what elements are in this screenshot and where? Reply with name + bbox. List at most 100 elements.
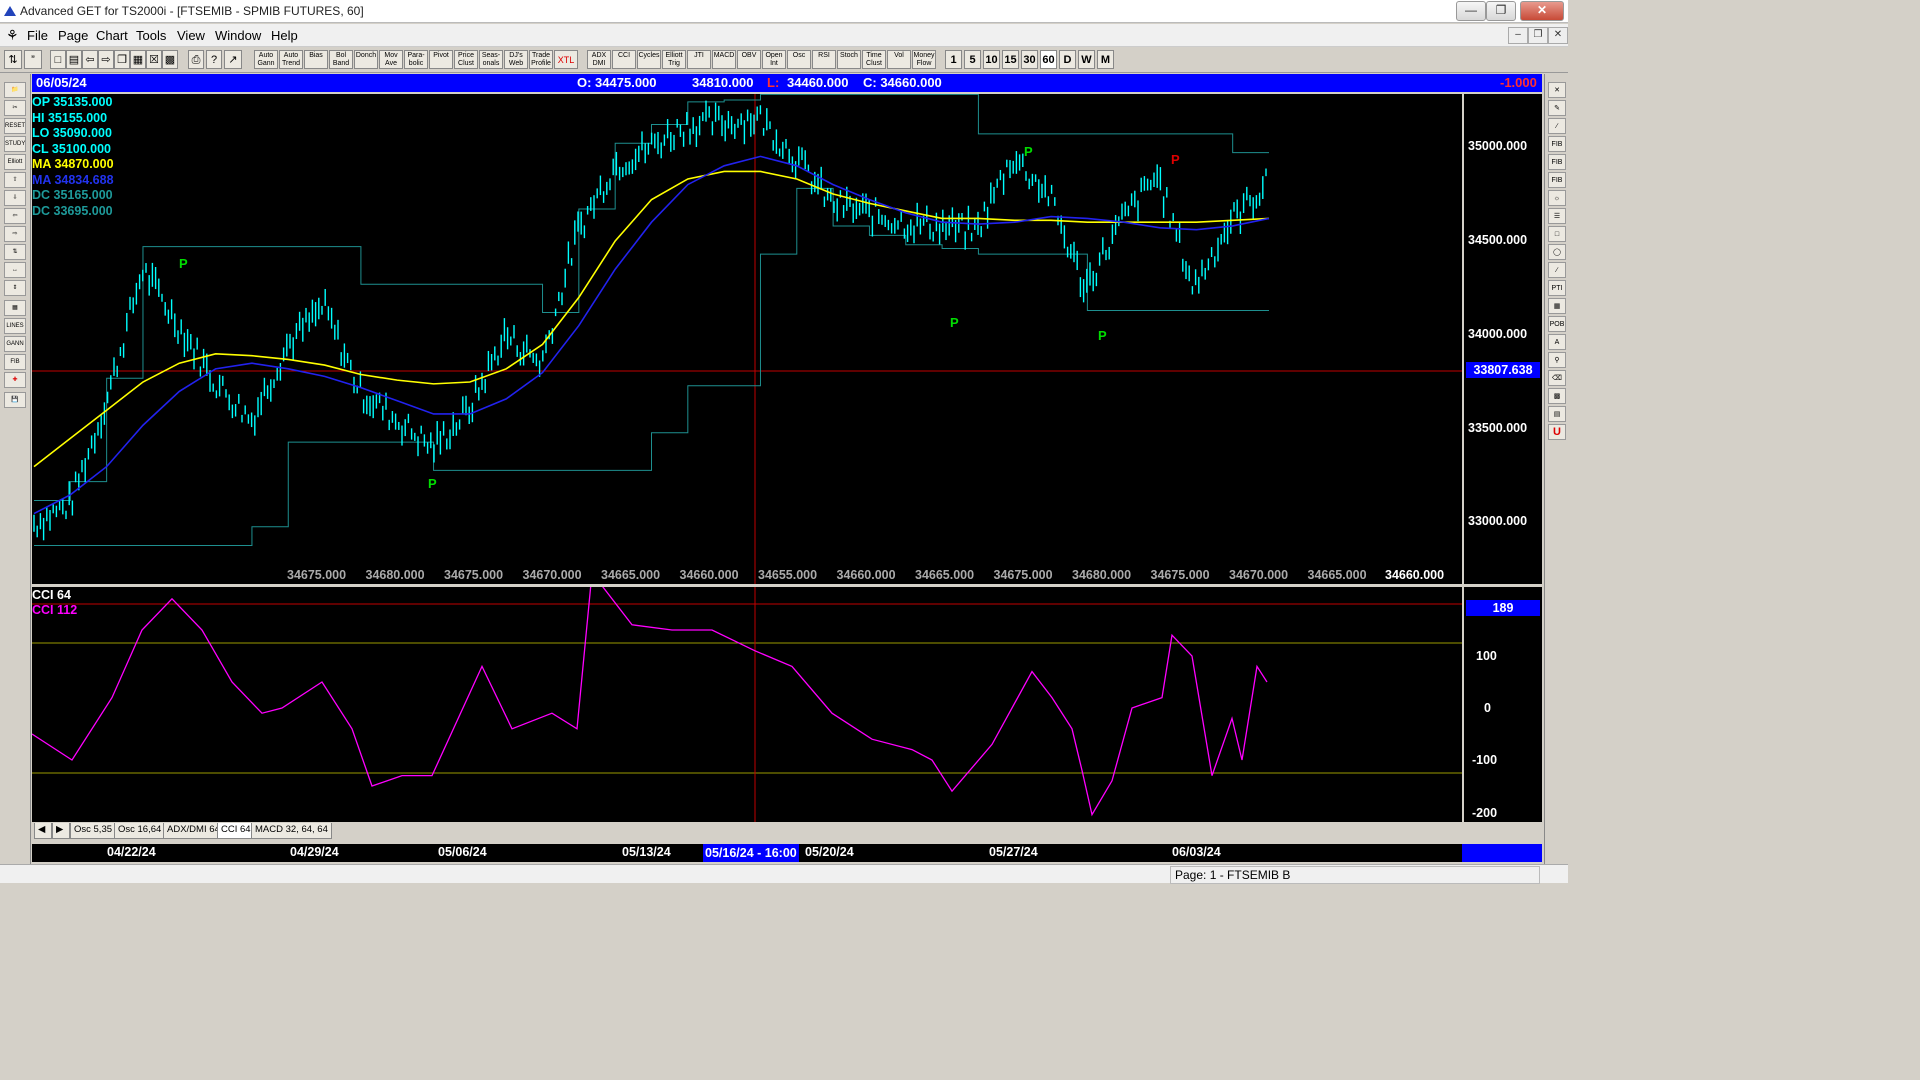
open-icon[interactable]: ▤ [66,50,82,69]
menu-help[interactable]: Help [271,28,298,43]
tab-osc-5-35[interactable]: Osc 5,35 [70,823,117,839]
box-icon[interactable]: □ [1548,226,1566,242]
study-button-macd[interactable]: MACD [712,50,736,69]
fib-ret-icon[interactable]: FIB [1548,136,1566,152]
mdi-restore-icon[interactable]: ❐ [1528,27,1548,44]
pointer-icon[interactable]: ⇅ [4,50,22,69]
back-icon[interactable]: ⇦ [82,50,98,69]
arrow-right-icon[interactable]: ⇨ [4,226,26,242]
study-button-rsi[interactable]: RSI [812,50,836,69]
study-button-elliott-trig[interactable]: Elliott Trig [662,50,686,69]
study-button-dj-s-web[interactable]: DJ's Web [504,50,528,69]
price-scale[interactable]: 35000.000 34500.000 34000.000 33500.000 … [1464,94,1542,584]
period-button-5[interactable]: 5 [964,50,981,69]
study-button-trade-profile[interactable]: Trade Profile [529,50,553,69]
delete-icon[interactable]: ☒ [146,50,162,69]
pencil-icon[interactable]: ✎ [1548,100,1566,116]
menu-file[interactable]: File [27,28,48,43]
period-button-1[interactable]: 1 [945,50,962,69]
period-button-10[interactable]: 10 [983,50,1000,69]
study-icon[interactable]: STUDY [4,136,26,152]
trendline-icon[interactable]: ∕ [1548,118,1566,134]
period-button-30[interactable]: 30 [1021,50,1038,69]
study-button-seas-onals[interactable]: Seas-onals [479,50,503,69]
arrow-up-icon[interactable]: ⇧ [4,172,26,188]
fan-icon[interactable]: ☰ [1548,208,1566,224]
doc-icon[interactable]: ⚘ [6,27,19,44]
reset-icon[interactable]: RESET [4,118,26,134]
period-button-15[interactable]: 15 [1002,50,1019,69]
period-button-w[interactable]: W [1078,50,1095,69]
quote-icon[interactable]: ” [24,50,42,69]
gann-icon[interactable]: GANN [4,336,26,352]
study-button-obv[interactable]: OBV [737,50,761,69]
compress-icon[interactable]: ⇅ [4,244,26,260]
report-icon[interactable]: ▤ [1548,406,1566,422]
tab-cci[interactable]: CCI 64 [217,823,255,839]
menu-tools[interactable]: Tools [136,28,166,43]
study-button-xtl[interactable]: XTL [554,50,578,69]
zoom-icon[interactable]: ⇕ [4,280,26,296]
tab-scroll-left-icon[interactable]: ◀ [34,823,52,839]
menu-chart[interactable]: Chart [96,28,128,43]
study-button-jti[interactable]: JTI [687,50,711,69]
study-button-bol-band[interactable]: Bol Band [329,50,353,69]
fib-ext-icon[interactable]: FIB [1548,154,1566,170]
forward-icon[interactable]: ⇨ [98,50,114,69]
layout-icon[interactable]: ▦ [130,50,146,69]
study-button-cycles[interactable]: Cycles [637,50,661,69]
study-button-adx-dmi[interactable]: ADX DMI [587,50,611,69]
context-help-icon[interactable]: ↗ [224,50,242,69]
menu-view[interactable]: View [177,28,205,43]
spiral-icon[interactable]: ☼ [1548,190,1566,206]
study-button-mov-ave[interactable]: Mov Ave [379,50,403,69]
close-icon[interactable]: ✕ [1520,1,1564,21]
cci-scale[interactable]: 189 100 0 -100 -200 [1464,587,1542,822]
tab-scroll-right-icon[interactable]: ▶ [52,823,70,839]
study-button-pivot[interactable]: Pivot [429,50,453,69]
mdi-close-icon[interactable]: ✕ [1548,27,1568,44]
price-chart-pane[interactable]: P P P P P P OP 35135.000 HI 35155.000 LO 35090.… [32,94,1462,584]
eraser-icon[interactable]: ⌫ [1548,370,1566,386]
menu-window[interactable]: Window [215,28,261,43]
study-button-time-clust[interactable]: Time Clust [862,50,886,69]
study-button-osc[interactable]: Osc [787,50,811,69]
period-button-60[interactable]: 60 [1040,50,1057,69]
study-button-money-flow[interactable]: Money Flow [912,50,936,69]
calc-icon[interactable]: ▦ [4,300,26,316]
minimize-icon[interactable]: — [1456,1,1486,21]
study-button-vol[interactable]: Vol [887,50,911,69]
period-button-d[interactable]: D [1059,50,1076,69]
help-icon[interactable]: ? [206,50,222,69]
study-button-stoch[interactable]: Stoch [837,50,861,69]
crosshair-icon[interactable]: ✚ [4,372,26,388]
new-page-icon[interactable]: □ [50,50,66,69]
fib-time-icon[interactable]: FIB [1548,172,1566,188]
cci-pane[interactable]: CCI 64 CCI 112 [32,587,1462,822]
expand-icon[interactable]: ↔ [4,262,26,278]
grid-icon[interactable]: ▩ [162,50,178,69]
print-icon[interactable]: ⎙ [188,50,204,69]
pti-icon[interactable]: PTI [1548,280,1566,296]
ellipse-icon[interactable]: ◯ [1548,244,1566,260]
pob-icon[interactable]: POB [1548,316,1566,332]
mdi-minimize-icon[interactable]: – [1508,27,1528,44]
lines-icon[interactable]: LINES [4,318,26,334]
study-button-bias[interactable]: Bias [304,50,328,69]
study-button-auto-trend[interactable]: Auto Trend [279,50,303,69]
period-button-m[interactable]: M [1097,50,1114,69]
study-button-price-clust[interactable]: Price Clust [454,50,478,69]
menu-page[interactable]: Page [58,28,88,43]
cross-icon[interactable]: ✕ [1548,82,1566,98]
tab-adx-dmi[interactable]: ADX/DMI 64 [163,823,224,839]
save-icon[interactable]: 💾 [4,392,26,408]
channel-icon[interactable]: ∕ [1548,262,1566,278]
magnify-icon[interactable]: ⚲ [1548,352,1566,368]
magnet-icon[interactable]: U [1548,424,1566,440]
tab-osc-16-64[interactable]: Osc 16,64 [114,823,166,839]
study-button-auto-gann[interactable]: Auto Gann [254,50,278,69]
grid-small-icon[interactable]: ▩ [1548,388,1566,404]
study-button-cci[interactable]: CCI [612,50,636,69]
arrow-down-icon[interactable]: ⇩ [4,190,26,206]
tab-macd[interactable]: MACD 32, 64, 64 [251,823,332,839]
